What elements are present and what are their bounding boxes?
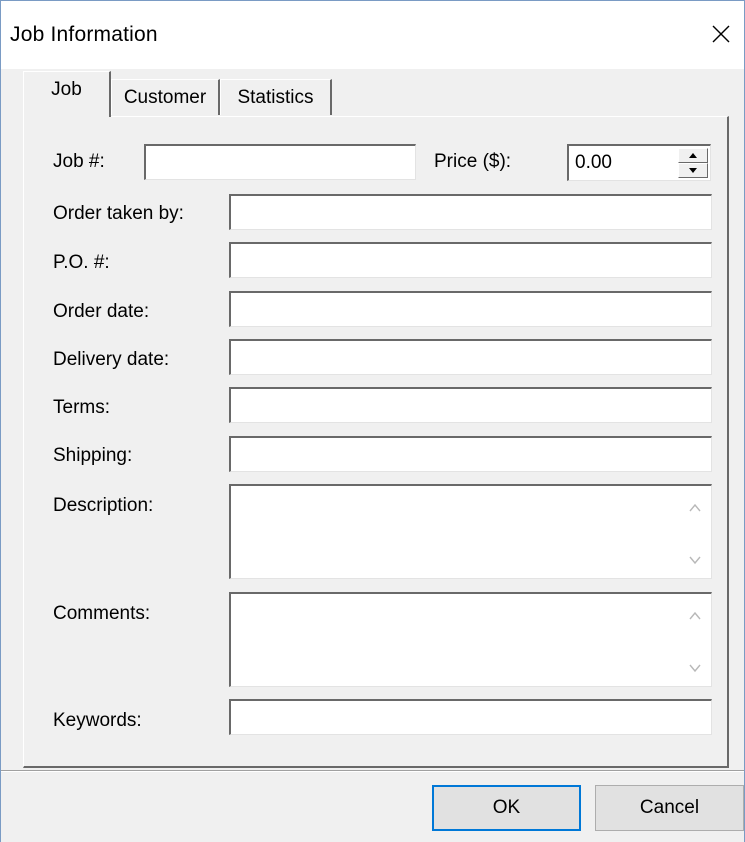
close-icon <box>712 25 730 43</box>
tab-job-label: Job <box>51 78 82 100</box>
dialog-title: Job Information <box>10 23 158 46</box>
title-bar: Job Information <box>1 1 744 69</box>
ok-button[interactable]: OK <box>432 785 581 831</box>
tab-statistics-label: Statistics <box>237 86 314 108</box>
button-separator <box>1 770 744 772</box>
tab-statistics[interactable]: Statistics <box>220 79 332 115</box>
cancel-button[interactable]: Cancel <box>595 785 744 831</box>
tab-job[interactable]: Job <box>23 71 111 117</box>
tab-customer-label: Customer <box>123 86 207 108</box>
job-tab-panel <box>23 116 729 768</box>
job-information-dialog: Job Information Job Customer Statistics … <box>0 0 745 842</box>
close-button[interactable] <box>698 11 744 57</box>
tab-customer[interactable]: Customer <box>111 79 220 115</box>
